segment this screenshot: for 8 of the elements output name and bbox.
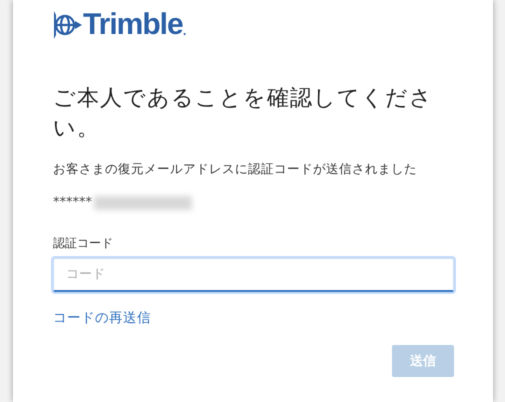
code-input-field[interactable]: コード bbox=[53, 258, 454, 292]
info-message: お客さまの復元メールアドレスに認証コードが送信されました bbox=[53, 160, 418, 178]
field-label: 認証コード bbox=[53, 235, 114, 252]
page-heading: ご本人であることを確認してください。 bbox=[53, 85, 434, 143]
masked-email: ****** bbox=[53, 194, 92, 212]
resend-code-link[interactable]: コードの再送信 bbox=[53, 308, 151, 328]
trimble-logo: Trimble. bbox=[53, 10, 187, 40]
logo-icon bbox=[53, 10, 83, 40]
